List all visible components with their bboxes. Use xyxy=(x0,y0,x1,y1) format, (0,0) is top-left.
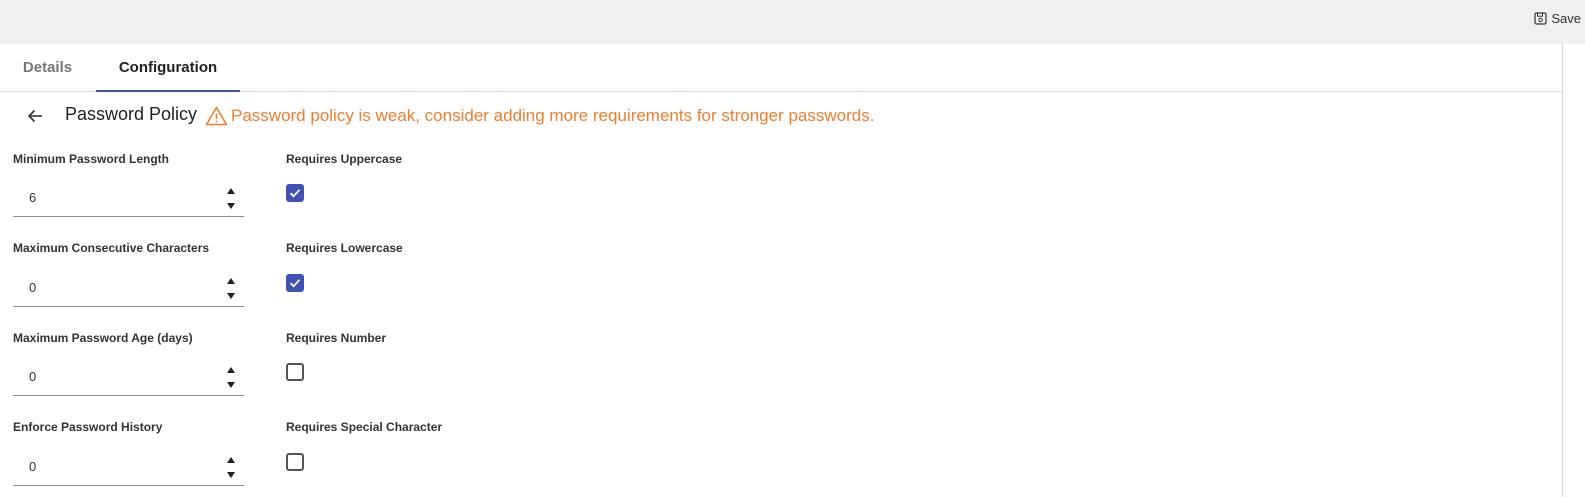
checkmark-icon xyxy=(289,189,301,198)
requires-uppercase-checkbox[interactable] xyxy=(286,184,304,202)
tab-bar: Details Configuration xyxy=(0,44,1562,92)
vertical-scrollbar[interactable] xyxy=(1562,44,1585,497)
increment-arrow-icon[interactable] xyxy=(227,188,235,194)
warning-icon xyxy=(205,106,228,126)
section-header: Password Policy Password policy is weak,… xyxy=(0,96,1200,136)
max-consecutive-field xyxy=(13,273,244,307)
requires-lowercase-label: Requires Lowercase xyxy=(286,241,403,255)
requires-lowercase-checkbox[interactable] xyxy=(286,274,304,292)
password-history-label: Enforce Password History xyxy=(13,420,163,434)
max-age-stepper[interactable] xyxy=(227,362,237,395)
save-icon xyxy=(1534,11,1547,25)
top-toolbar: Save xyxy=(0,0,1585,44)
max-age-label: Maximum Password Age (days) xyxy=(13,331,193,345)
max-consecutive-input[interactable] xyxy=(29,280,209,295)
increment-arrow-icon[interactable] xyxy=(227,457,235,463)
increment-arrow-icon[interactable] xyxy=(227,278,235,284)
min-length-input[interactable] xyxy=(29,190,209,205)
decrement-arrow-icon[interactable] xyxy=(227,472,235,478)
page-title: Password Policy xyxy=(65,104,198,124)
password-history-field xyxy=(13,452,244,486)
password-history-stepper[interactable] xyxy=(227,452,237,485)
tab-configuration[interactable]: Configuration xyxy=(96,44,240,92)
max-consecutive-stepper[interactable] xyxy=(227,273,237,306)
requires-number-checkbox[interactable] xyxy=(286,363,304,381)
min-length-field xyxy=(13,183,244,217)
max-age-field xyxy=(13,362,244,396)
max-consecutive-label: Maximum Consecutive Characters xyxy=(13,241,210,255)
weak-policy-warning: Password policy is weak, consider adding… xyxy=(231,106,875,125)
min-length-stepper[interactable] xyxy=(227,183,237,216)
requires-special-label: Requires Special Character xyxy=(286,420,443,434)
decrement-arrow-icon[interactable] xyxy=(227,382,235,388)
decrement-arrow-icon[interactable] xyxy=(227,203,235,209)
save-button-label: Save xyxy=(1551,10,1581,26)
requires-uppercase-label: Requires Uppercase xyxy=(286,152,403,166)
decrement-arrow-icon[interactable] xyxy=(227,293,235,299)
password-history-input[interactable] xyxy=(29,459,209,474)
min-length-label: Minimum Password Length xyxy=(13,152,170,166)
save-button[interactable]: Save xyxy=(1534,9,1581,27)
back-arrow-icon[interactable] xyxy=(26,106,46,126)
max-age-input[interactable] xyxy=(29,369,209,384)
checkmark-icon xyxy=(289,279,301,288)
requires-number-label: Requires Number xyxy=(286,331,387,345)
tab-details[interactable]: Details xyxy=(0,44,95,91)
requires-special-checkbox[interactable] xyxy=(286,453,304,471)
increment-arrow-icon[interactable] xyxy=(227,367,235,373)
